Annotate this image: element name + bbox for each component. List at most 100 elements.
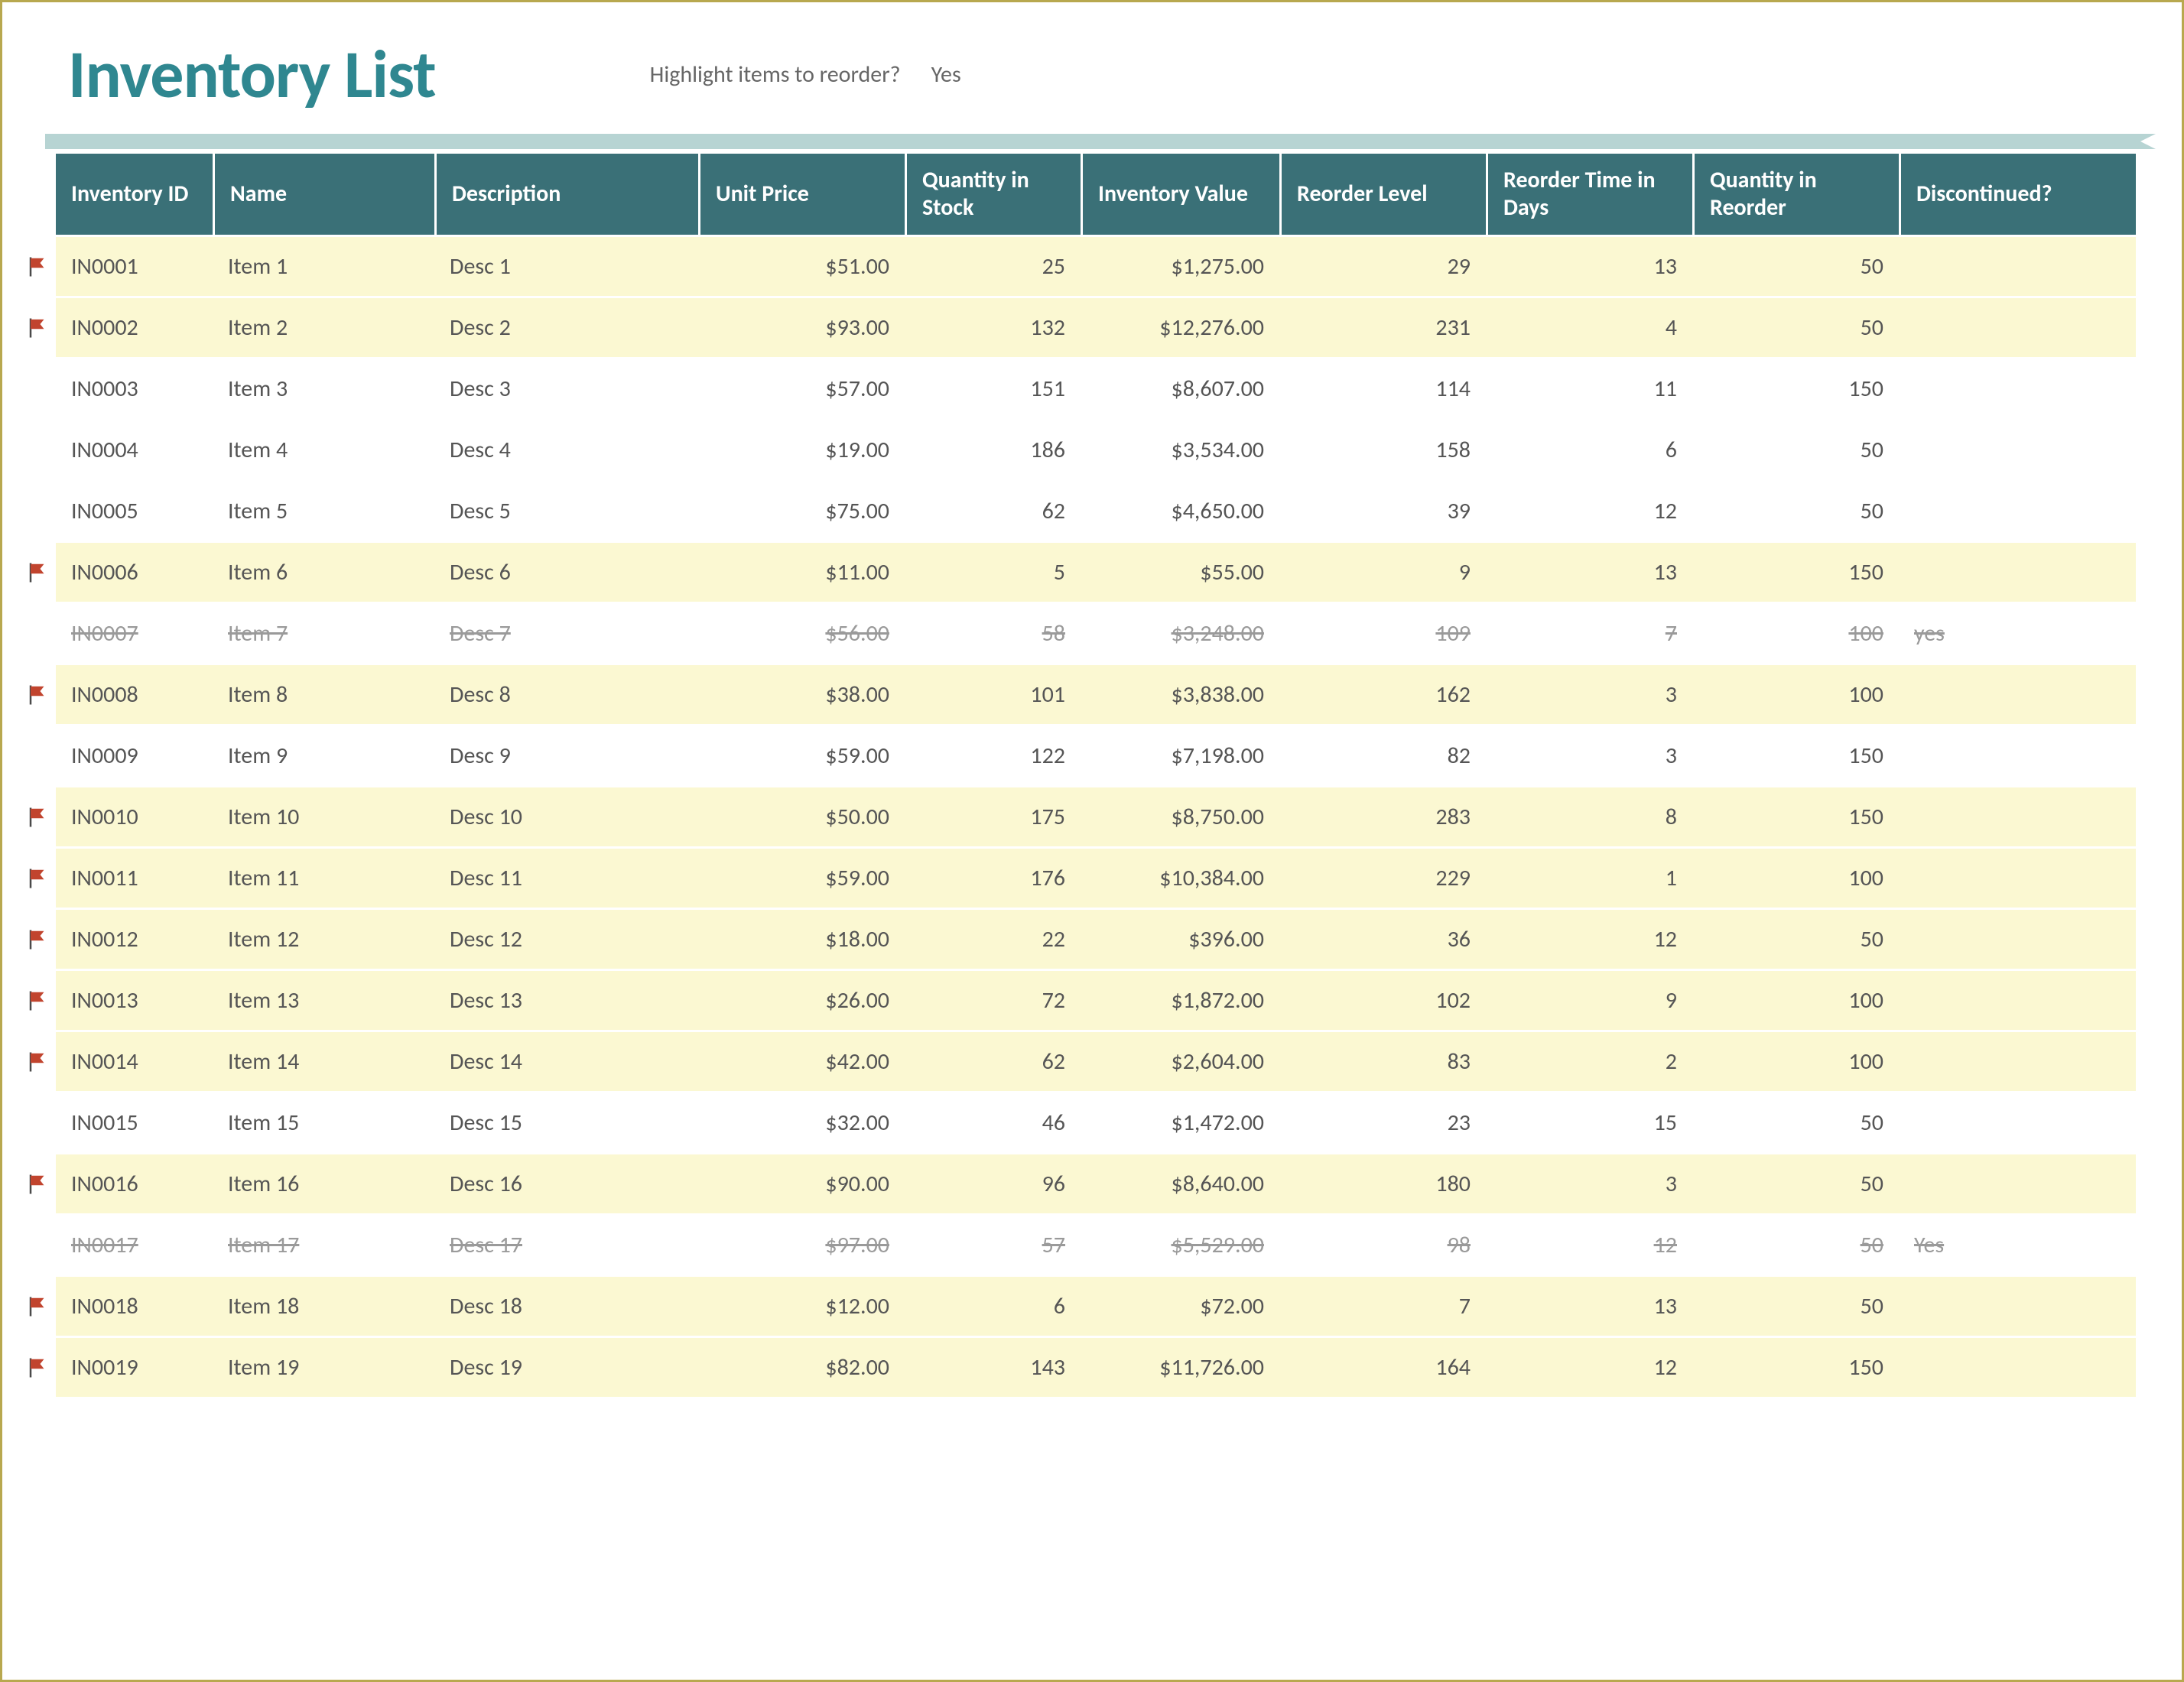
cell-days[interactable]: 11: [1486, 357, 1692, 418]
cell-reorder[interactable]: 102: [1279, 969, 1486, 1030]
col-value[interactable]: Inventory Value: [1081, 154, 1279, 235]
cell-reorder[interactable]: 39: [1279, 479, 1486, 541]
cell-desc[interactable]: Desc 2: [434, 296, 698, 357]
cell-qreorder[interactable]: 50: [1692, 1274, 1899, 1336]
cell-qreorder[interactable]: 50: [1692, 908, 1899, 969]
cell-price[interactable]: $26.00: [698, 969, 905, 1030]
cell-value[interactable]: $396.00: [1081, 908, 1279, 969]
cell-reorder[interactable]: 158: [1279, 418, 1486, 479]
cell-desc[interactable]: Desc 11: [434, 846, 698, 908]
cell-id[interactable]: IN0018: [56, 1274, 213, 1336]
col-reorder[interactable]: Reorder Level: [1279, 154, 1486, 235]
cell-price[interactable]: $90.00: [698, 1152, 905, 1213]
cell-disc[interactable]: [1899, 663, 2136, 724]
cell-value[interactable]: $3,838.00: [1081, 663, 1279, 724]
cell-id[interactable]: IN0004: [56, 418, 213, 479]
cell-days[interactable]: 12: [1486, 1336, 1692, 1397]
cell-value[interactable]: $10,384.00: [1081, 846, 1279, 908]
cell-value[interactable]: $8,640.00: [1081, 1152, 1279, 1213]
cell-qty[interactable]: 143: [905, 1336, 1081, 1397]
cell-disc[interactable]: [1899, 969, 2136, 1030]
cell-days[interactable]: 15: [1486, 1091, 1692, 1152]
cell-price[interactable]: $97.00: [698, 1213, 905, 1274]
cell-name[interactable]: Item 5: [213, 479, 434, 541]
cell-qty[interactable]: 5: [905, 541, 1081, 602]
cell-id[interactable]: IN0002: [56, 296, 213, 357]
cell-qreorder[interactable]: 150: [1692, 1336, 1899, 1397]
cell-price[interactable]: $59.00: [698, 724, 905, 785]
col-disc[interactable]: Discontinued?: [1899, 154, 2136, 235]
cell-id[interactable]: IN0003: [56, 357, 213, 418]
cell-qreorder[interactable]: 100: [1692, 846, 1899, 908]
cell-disc[interactable]: [1899, 1336, 2136, 1397]
cell-id[interactable]: IN0014: [56, 1030, 213, 1091]
cell-value[interactable]: $3,248.00: [1081, 602, 1279, 663]
cell-value[interactable]: $12,276.00: [1081, 296, 1279, 357]
cell-reorder[interactable]: 109: [1279, 602, 1486, 663]
cell-reorder[interactable]: 229: [1279, 846, 1486, 908]
cell-days[interactable]: 12: [1486, 908, 1692, 969]
cell-price[interactable]: $51.00: [698, 235, 905, 296]
cell-days[interactable]: 1: [1486, 846, 1692, 908]
cell-disc[interactable]: [1899, 418, 2136, 479]
cell-qreorder[interactable]: 50: [1692, 1152, 1899, 1213]
cell-name[interactable]: Item 6: [213, 541, 434, 602]
cell-days[interactable]: 13: [1486, 1274, 1692, 1336]
cell-price[interactable]: $59.00: [698, 846, 905, 908]
cell-disc[interactable]: yes: [1899, 602, 2136, 663]
cell-desc[interactable]: Desc 17: [434, 1213, 698, 1274]
cell-qty[interactable]: 101: [905, 663, 1081, 724]
cell-id[interactable]: IN0016: [56, 1152, 213, 1213]
cell-name[interactable]: Item 13: [213, 969, 434, 1030]
cell-disc[interactable]: [1899, 296, 2136, 357]
cell-reorder[interactable]: 23: [1279, 1091, 1486, 1152]
cell-disc[interactable]: [1899, 235, 2136, 296]
cell-price[interactable]: $38.00: [698, 663, 905, 724]
cell-id[interactable]: IN0012: [56, 908, 213, 969]
cell-price[interactable]: $11.00: [698, 541, 905, 602]
cell-reorder[interactable]: 82: [1279, 724, 1486, 785]
cell-qty[interactable]: 6: [905, 1274, 1081, 1336]
cell-desc[interactable]: Desc 4: [434, 418, 698, 479]
col-qty[interactable]: Quantity in Stock: [905, 154, 1081, 235]
cell-price[interactable]: $32.00: [698, 1091, 905, 1152]
cell-days[interactable]: 3: [1486, 663, 1692, 724]
cell-value[interactable]: $72.00: [1081, 1274, 1279, 1336]
cell-name[interactable]: Item 15: [213, 1091, 434, 1152]
cell-value[interactable]: $7,198.00: [1081, 724, 1279, 785]
cell-days[interactable]: 3: [1486, 724, 1692, 785]
cell-desc[interactable]: Desc 10: [434, 785, 698, 846]
cell-value[interactable]: $55.00: [1081, 541, 1279, 602]
cell-name[interactable]: Item 12: [213, 908, 434, 969]
cell-days[interactable]: 4: [1486, 296, 1692, 357]
cell-price[interactable]: $42.00: [698, 1030, 905, 1091]
cell-qreorder[interactable]: 50: [1692, 418, 1899, 479]
cell-qreorder[interactable]: 50: [1692, 1213, 1899, 1274]
cell-value[interactable]: $2,604.00: [1081, 1030, 1279, 1091]
cell-id[interactable]: IN0010: [56, 785, 213, 846]
cell-price[interactable]: $75.00: [698, 479, 905, 541]
cell-id[interactable]: IN0015: [56, 1091, 213, 1152]
cell-reorder[interactable]: 29: [1279, 235, 1486, 296]
cell-days[interactable]: 12: [1486, 479, 1692, 541]
cell-value[interactable]: $1,275.00: [1081, 235, 1279, 296]
col-price[interactable]: Unit Price: [698, 154, 905, 235]
cell-days[interactable]: 2: [1486, 1030, 1692, 1091]
cell-desc[interactable]: Desc 18: [434, 1274, 698, 1336]
cell-disc[interactable]: [1899, 357, 2136, 418]
cell-qty[interactable]: 57: [905, 1213, 1081, 1274]
cell-disc[interactable]: [1899, 1091, 2136, 1152]
cell-desc[interactable]: Desc 8: [434, 663, 698, 724]
cell-name[interactable]: Item 4: [213, 418, 434, 479]
cell-reorder[interactable]: 7: [1279, 1274, 1486, 1336]
col-id[interactable]: Inventory ID: [56, 154, 213, 235]
cell-desc[interactable]: Desc 9: [434, 724, 698, 785]
cell-desc[interactable]: Desc 1: [434, 235, 698, 296]
cell-disc[interactable]: [1899, 479, 2136, 541]
cell-disc[interactable]: Yes: [1899, 1213, 2136, 1274]
cell-qty[interactable]: 46: [905, 1091, 1081, 1152]
cell-price[interactable]: $50.00: [698, 785, 905, 846]
cell-qreorder[interactable]: 50: [1692, 235, 1899, 296]
cell-reorder[interactable]: 231: [1279, 296, 1486, 357]
cell-desc[interactable]: Desc 3: [434, 357, 698, 418]
